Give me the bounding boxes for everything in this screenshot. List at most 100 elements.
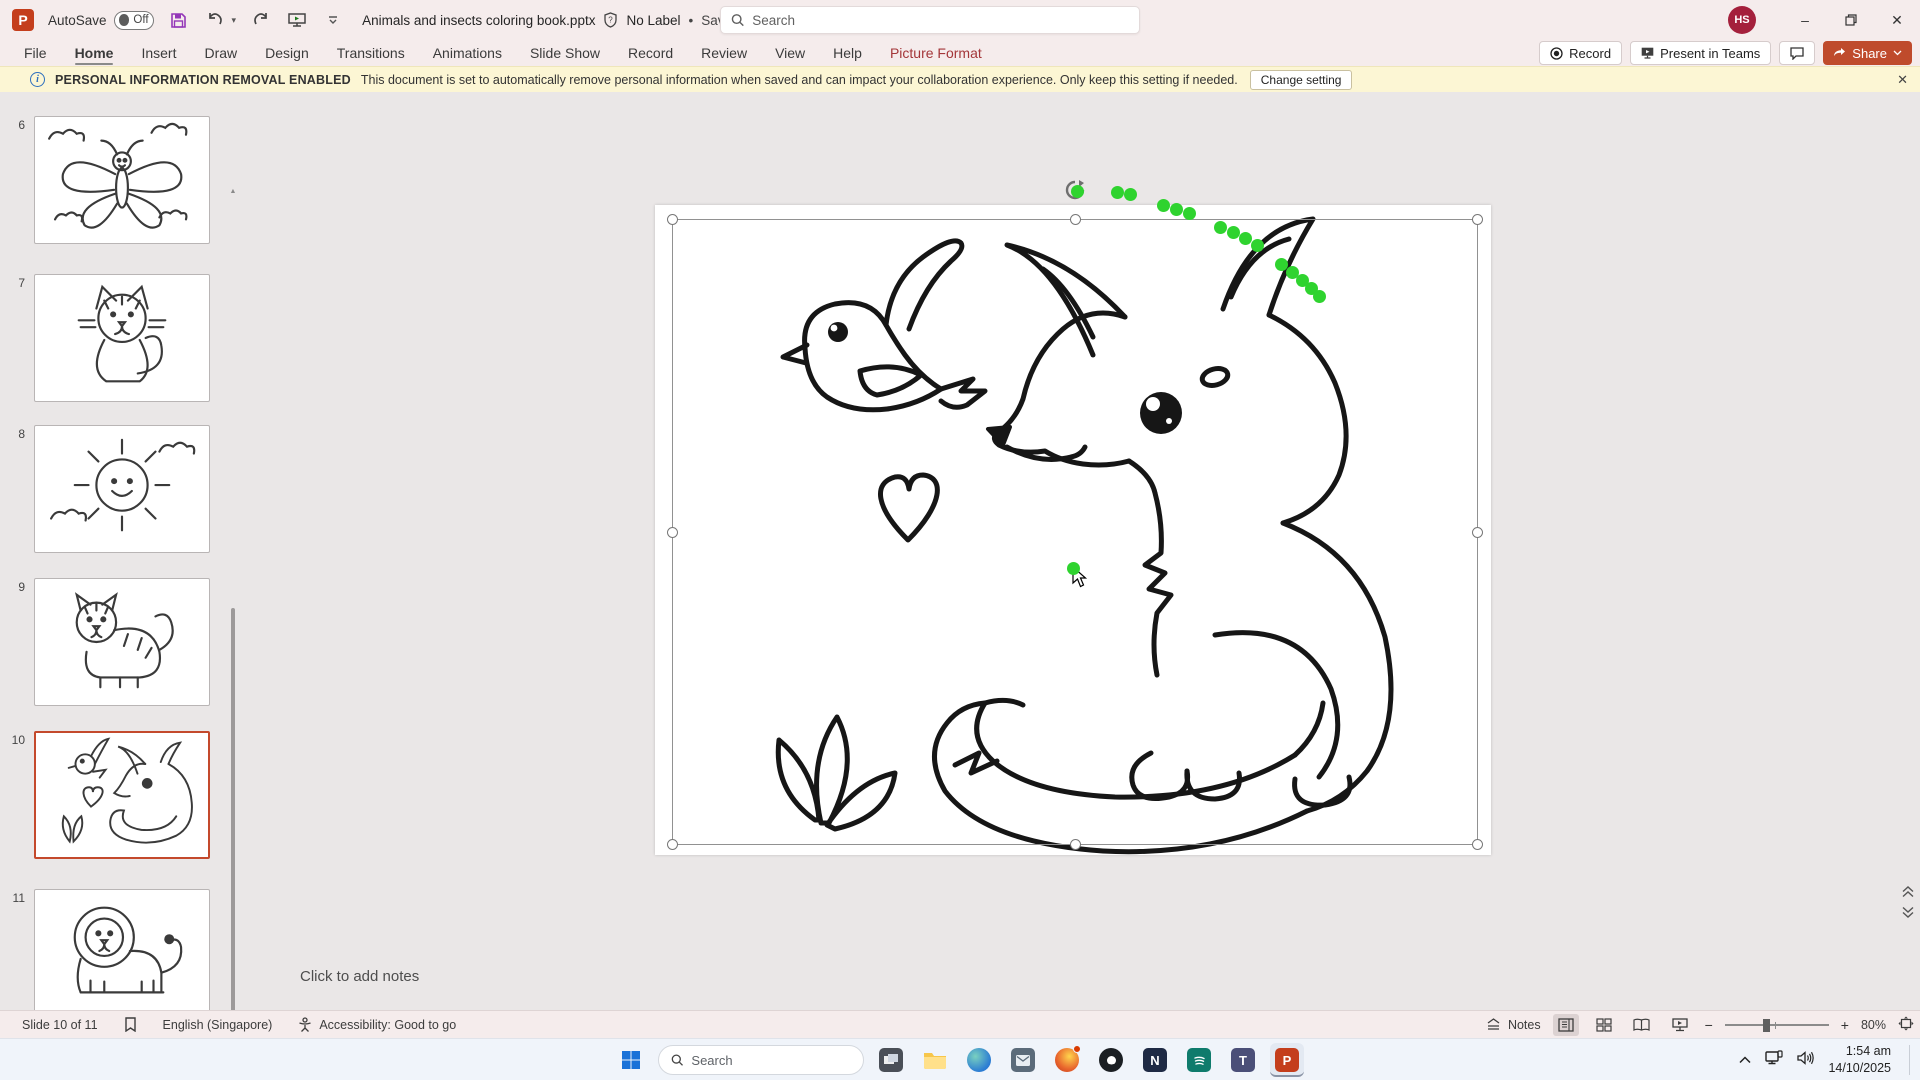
start-slideshow-icon[interactable] [286, 9, 308, 31]
comments-button[interactable] [1779, 41, 1815, 65]
tab-file[interactable]: File [10, 42, 61, 64]
notes-placeholder[interactable]: Click to add notes [300, 968, 419, 985]
sensitivity-label[interactable]: No Label [626, 13, 680, 28]
tab-draw[interactable]: Draw [190, 42, 251, 64]
tab-view[interactable]: View [761, 42, 819, 64]
resize-handle-s[interactable] [1070, 839, 1081, 850]
edge-browser-icon[interactable] [962, 1043, 996, 1077]
tab-design[interactable]: Design [251, 42, 323, 64]
tab-picture-format[interactable]: Picture Format [876, 42, 996, 64]
taskbar-search-box[interactable] [658, 1045, 864, 1075]
slide-thumbnail-11[interactable]: 11 [0, 889, 245, 1017]
task-view-icon[interactable] [874, 1043, 908, 1077]
zoom-slider-thumb[interactable] [1763, 1019, 1770, 1032]
slide-thumbnail-7[interactable]: 7 [0, 274, 245, 402]
accessibility-status[interactable]: Accessibility: Good to go [298, 1017, 456, 1032]
thumbnail-butterfly[interactable] [34, 116, 210, 244]
notification-close-icon[interactable]: ✕ [1897, 72, 1908, 88]
normal-view-button[interactable] [1553, 1014, 1579, 1036]
volume-icon[interactable] [1797, 1051, 1814, 1070]
notes-toggle[interactable]: Notes [1486, 1018, 1541, 1032]
slide-thumbnail-6[interactable]: 6 [0, 116, 245, 244]
tab-slide-show[interactable]: Slide Show [516, 42, 614, 64]
autosave-toggle[interactable]: AutoSave Off [48, 11, 154, 30]
sensitivity-shield-icon: ? [603, 12, 618, 28]
undo-dropdown-chevron[interactable]: ▾ [232, 15, 237, 26]
teams-icon[interactable]: T [1226, 1043, 1260, 1077]
mail-icon[interactable] [1006, 1043, 1040, 1077]
toolbar-overflow-icon[interactable] [322, 9, 344, 31]
slideshow-view-button[interactable] [1667, 1014, 1693, 1036]
tab-home[interactable]: Home [61, 42, 128, 64]
resize-handle-ne[interactable] [1472, 214, 1483, 225]
thumbnail-bird-fox[interactable] [34, 731, 210, 859]
slide-thumbnail-10-selected[interactable]: 10 [0, 731, 245, 859]
tab-record[interactable]: Record [614, 42, 687, 64]
tab-help[interactable]: Help [819, 42, 876, 64]
slide-thumbnail-8[interactable]: 8 [0, 425, 245, 553]
resize-handle-w[interactable] [667, 527, 678, 538]
resize-handle-e[interactable] [1472, 527, 1483, 538]
slide-sorter-view-button[interactable] [1591, 1014, 1617, 1036]
tab-transitions[interactable]: Transitions [323, 42, 419, 64]
start-button[interactable] [614, 1043, 648, 1077]
restore-button[interactable] [1828, 0, 1874, 40]
thumbnail-tiger[interactable] [34, 578, 210, 706]
minimize-button[interactable]: – [1782, 0, 1828, 40]
next-slide-button[interactable] [1902, 906, 1914, 918]
powerpoint-window: P AutoSave Off ▾ Animals and inse [0, 0, 1920, 1080]
resize-handle-n[interactable] [1070, 214, 1081, 225]
tab-insert[interactable]: Insert [127, 42, 190, 64]
present-in-teams-button[interactable]: Present in Teams [1630, 41, 1771, 65]
fit-slide-to-window-button[interactable] [1898, 1016, 1914, 1034]
panel-scrollbar[interactable]: ▲ ▼ [229, 188, 237, 1080]
firefox-icon[interactable] [1050, 1043, 1084, 1077]
redo-icon[interactable] [250, 9, 272, 31]
undo-icon[interactable] [204, 9, 226, 31]
change-setting-button[interactable]: Change setting [1250, 70, 1353, 90]
spotify-icon[interactable] [1182, 1043, 1216, 1077]
previous-slide-button[interactable] [1902, 886, 1914, 898]
search-input[interactable] [752, 13, 1129, 28]
resize-handle-se[interactable] [1472, 839, 1483, 850]
spellcheck-icon[interactable] [124, 1017, 137, 1032]
network-icon[interactable] [1765, 1050, 1783, 1071]
resize-handle-sw[interactable] [667, 839, 678, 850]
notion-icon[interactable]: N [1138, 1043, 1172, 1077]
resize-handle-nw[interactable] [667, 214, 678, 225]
save-icon[interactable] [168, 9, 190, 31]
close-button[interactable]: ✕ [1874, 0, 1920, 40]
show-desktop-button[interactable] [1909, 1045, 1912, 1075]
ink-trail-dot [1251, 239, 1264, 252]
github-icon[interactable] [1094, 1043, 1128, 1077]
scroll-up-icon[interactable]: ▲ [229, 188, 237, 196]
record-button[interactable]: Record [1539, 41, 1622, 65]
tray-chevron-icon[interactable] [1739, 1051, 1751, 1069]
zoom-slider[interactable] [1725, 1024, 1829, 1026]
accessibility-icon [298, 1017, 312, 1032]
reading-view-button[interactable] [1629, 1014, 1655, 1036]
tab-animations[interactable]: Animations [419, 42, 516, 64]
share-button[interactable]: Share [1823, 41, 1912, 65]
thumbnail-cat[interactable] [34, 274, 210, 402]
ink-trail-dot [1313, 290, 1326, 303]
svg-text:?: ? [609, 16, 614, 25]
thumbnail-lion[interactable] [34, 889, 210, 1017]
picture-selection-box[interactable] [672, 219, 1478, 845]
taskbar-clock[interactable]: 1:54 am 14/10/2025 [1828, 1043, 1891, 1077]
file-explorer-icon[interactable] [918, 1043, 952, 1077]
toggle-switch[interactable]: Off [114, 11, 154, 30]
slide-thumbnail-9[interactable]: 9 [0, 578, 245, 706]
toggle-knob [119, 14, 130, 26]
language-indicator[interactable]: English (Singapore) [163, 1018, 273, 1032]
slide-indicator[interactable]: Slide 10 of 11 [22, 1018, 98, 1032]
zoom-level[interactable]: 80% [1861, 1018, 1886, 1032]
thumbnail-sun[interactable] [34, 425, 210, 553]
zoom-out-button[interactable]: − [1705, 1017, 1713, 1033]
account-avatar[interactable]: HS [1728, 6, 1756, 34]
search-box[interactable] [720, 6, 1140, 34]
tab-review[interactable]: Review [687, 42, 761, 64]
zoom-in-button[interactable]: + [1841, 1017, 1849, 1033]
powerpoint-taskbar-icon[interactable]: P [1270, 1043, 1304, 1077]
taskbar-search-input[interactable] [691, 1053, 851, 1068]
